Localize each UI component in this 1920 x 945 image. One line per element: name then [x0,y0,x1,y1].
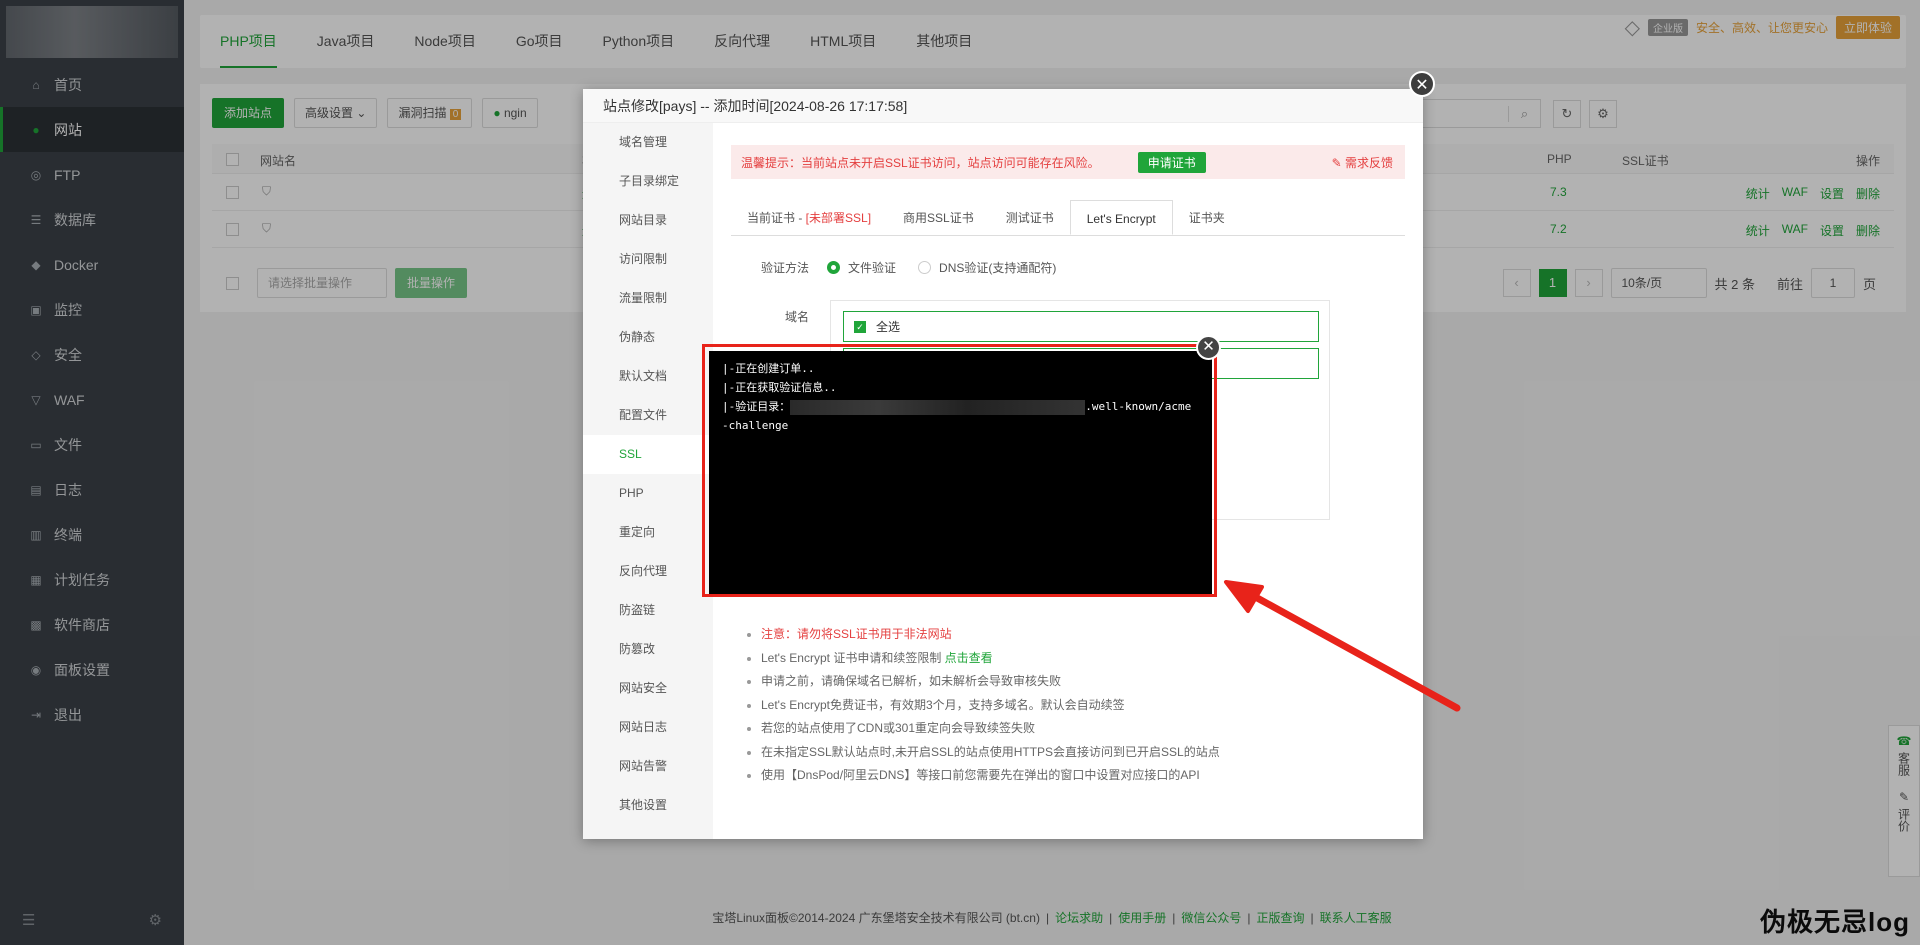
annotation-arrow [1224,580,1461,712]
